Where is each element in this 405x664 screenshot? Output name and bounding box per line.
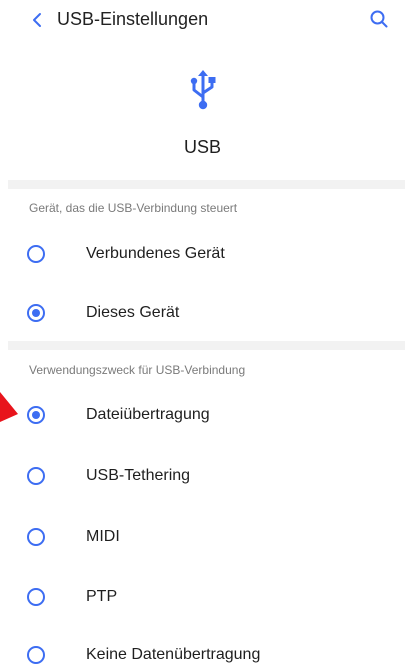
chevron-left-icon xyxy=(33,13,41,27)
radio-button-checked[interactable] xyxy=(27,406,45,424)
usb-settings-screen: USB-Einstellungen USB Gerät, das die USB… xyxy=(0,0,405,664)
section-header-usb-control: Gerät, das die USB-Verbindung steuert xyxy=(29,201,238,215)
option-label: Dateiübertragung xyxy=(86,406,210,423)
usb-label: USB xyxy=(183,137,221,157)
option-usb-tethering[interactable]: USB-Tethering xyxy=(0,450,405,502)
option-this-device[interactable]: Dieses Gerät xyxy=(0,287,405,339)
section-header-usb-purpose: Verwendungszweck für USB-Verbindung xyxy=(29,363,246,377)
app-bar: USB-Einstellungen xyxy=(0,0,405,40)
search-icon xyxy=(370,10,388,28)
option-label: USB-Tethering xyxy=(86,467,191,484)
radio-button[interactable] xyxy=(27,467,45,485)
option-label: Verbundenes Gerät xyxy=(86,245,225,262)
radio-button-checked[interactable] xyxy=(27,304,45,322)
option-no-data-transfer[interactable]: Keine Datenübertragung xyxy=(0,629,405,664)
annotation-arrow-icon xyxy=(0,392,18,422)
option-file-transfer[interactable]: Dateiübertragung xyxy=(0,389,405,441)
radio-button[interactable] xyxy=(27,646,45,664)
option-label: Dieses Gerät xyxy=(86,304,180,321)
usb-icon xyxy=(190,70,216,110)
option-label: MIDI xyxy=(86,528,120,545)
option-ptp[interactable]: PTP xyxy=(0,571,405,623)
option-label: PTP xyxy=(86,588,118,605)
radio-button[interactable] xyxy=(27,245,45,263)
option-connected-device[interactable]: Verbundenes Gerät xyxy=(0,228,405,280)
search-button[interactable] xyxy=(367,7,391,31)
section-divider xyxy=(8,341,405,350)
option-label: Keine Datenübertragung xyxy=(86,646,261,663)
back-button[interactable] xyxy=(26,9,48,31)
option-midi[interactable]: MIDI xyxy=(0,511,405,563)
radio-button[interactable] xyxy=(27,528,45,546)
page-title: USB-Einstellungen xyxy=(57,9,209,29)
radio-button[interactable] xyxy=(27,588,45,606)
section-divider xyxy=(8,180,405,189)
